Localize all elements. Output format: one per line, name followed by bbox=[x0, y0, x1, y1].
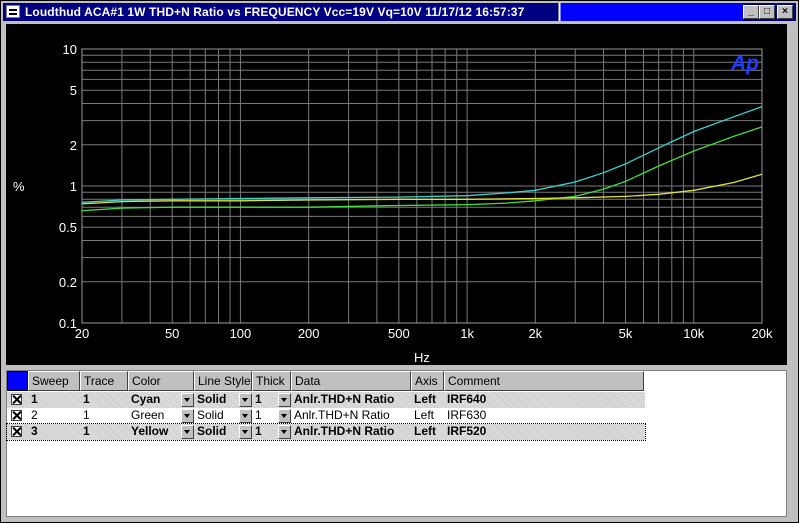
cell-comment[interactable]: IRF520 bbox=[444, 424, 644, 440]
header-color[interactable]: Color bbox=[128, 371, 194, 391]
header-trace[interactable]: Trace bbox=[80, 371, 128, 391]
x-tick-label: 100 bbox=[230, 326, 252, 341]
x-tick-label: 200 bbox=[298, 326, 320, 341]
y-tick-label: 1 bbox=[70, 179, 77, 194]
cell-sweep: 1 bbox=[31, 392, 38, 406]
thick-dropdown-icon[interactable] bbox=[278, 425, 291, 439]
line-style-dropdown-icon[interactable] bbox=[239, 393, 252, 407]
cell-axis[interactable]: Left bbox=[411, 408, 444, 424]
close-button[interactable]: × bbox=[777, 5, 793, 19]
cell-axis[interactable]: Left bbox=[411, 424, 444, 440]
cell-thick[interactable]: 1 bbox=[252, 408, 279, 424]
graph-panel[interactable]: 20 50 100 200 500 1k 2k 5k 10k 20k 10 5 2 1 0.5 0.2 0.1 H… bbox=[6, 24, 787, 365]
cell-color[interactable]: Cyan bbox=[128, 392, 180, 408]
title-bar[interactable]: Loudthud ACA#1 1W THD+N Ratio vs FREQUEN… bbox=[3, 3, 796, 21]
header-sweep[interactable]: Sweep bbox=[28, 371, 80, 391]
cell-data[interactable]: Anlr.THD+N Ratio bbox=[291, 424, 411, 440]
y-tick-label: 5 bbox=[70, 83, 77, 98]
header-line-style[interactable]: Line Style bbox=[194, 371, 252, 391]
cell-thick[interactable]: 1 bbox=[252, 392, 279, 408]
row-checkbox[interactable] bbox=[11, 394, 22, 405]
cell-comment[interactable]: IRF630 bbox=[444, 408, 644, 424]
cell-data[interactable]: Anlr.THD+N Ratio bbox=[291, 392, 411, 408]
cell-line-style[interactable]: Solid bbox=[194, 392, 239, 408]
table-row[interactable]: 2 1 Green Solid 1 Anlr.THD+N Ratio Left … bbox=[7, 408, 645, 424]
header-data[interactable]: Data bbox=[291, 371, 411, 391]
cell-line-style[interactable]: Solid bbox=[194, 424, 239, 440]
x-axis-label: Hz bbox=[414, 350, 430, 365]
table-row[interactable]: 1 1 Cyan Solid 1 Anlr.THD+N Ratio Left I… bbox=[7, 392, 645, 408]
row-checkbox[interactable] bbox=[11, 410, 22, 421]
select-all-corner[interactable] bbox=[7, 371, 28, 391]
color-dropdown-icon[interactable] bbox=[181, 409, 194, 423]
maximize-button[interactable]: □ bbox=[759, 5, 775, 19]
thick-dropdown-icon[interactable] bbox=[278, 393, 291, 407]
cell-trace: 1 bbox=[83, 392, 90, 406]
ap-logo: Ap bbox=[730, 52, 759, 75]
x-tick-label: 50 bbox=[165, 326, 179, 341]
x-tick-label: 1k bbox=[460, 326, 474, 341]
minimize-button[interactable]: _ bbox=[743, 5, 759, 19]
header-thick[interactable]: Thick bbox=[252, 371, 291, 391]
cell-color[interactable]: Yellow bbox=[128, 424, 180, 440]
y-axis-label: % bbox=[13, 179, 25, 194]
line-style-dropdown-icon[interactable] bbox=[239, 425, 252, 439]
series-line-2 bbox=[81, 126, 763, 212]
thd-chart[interactable]: 20 50 100 200 500 1k 2k 5k 10k 20k105210.50.20.1H… bbox=[6, 24, 787, 365]
app-window: Loudthud ACA#1 1W THD+N Ratio vs FREQUEN… bbox=[0, 0, 799, 523]
table-row[interactable]: 3 1 Yellow Solid 1 Anlr.THD+N Ratio Left… bbox=[6, 423, 646, 441]
cell-trace: 1 bbox=[83, 424, 90, 438]
app-icon[interactable] bbox=[6, 5, 20, 18]
y-tick-label: 0.5 bbox=[59, 220, 77, 235]
header-axis[interactable]: Axis bbox=[411, 371, 444, 391]
cell-trace: 1 bbox=[83, 408, 90, 422]
sweep-table[interactable]: Sweep Trace Color Line Style Thick Data … bbox=[6, 370, 787, 517]
y-tick-label: 2 bbox=[70, 138, 77, 153]
cell-line-style[interactable]: Solid bbox=[194, 408, 239, 424]
table-header: Sweep Trace Color Line Style Thick Data … bbox=[7, 371, 645, 391]
color-dropdown-icon[interactable] bbox=[181, 425, 194, 439]
x-tick-label: 2k bbox=[528, 326, 542, 341]
row-checkbox[interactable] bbox=[11, 426, 22, 437]
x-tick-label: 10k bbox=[683, 326, 704, 341]
x-tick-label: 20k bbox=[752, 326, 773, 341]
cell-comment[interactable]: IRF640 bbox=[444, 392, 644, 408]
color-dropdown-icon[interactable] bbox=[181, 393, 194, 407]
y-tick-label: 10 bbox=[63, 42, 77, 57]
cell-axis[interactable]: Left bbox=[411, 392, 444, 408]
x-tick-label: 500 bbox=[388, 326, 410, 341]
cell-data[interactable]: Anlr.THD+N Ratio bbox=[291, 408, 411, 424]
y-tick-label: 0.2 bbox=[59, 275, 77, 290]
window-title: Loudthud ACA#1 1W THD+N Ratio vs FREQUEN… bbox=[25, 5, 525, 19]
cell-sweep: 2 bbox=[31, 408, 38, 422]
cell-thick[interactable]: 1 bbox=[252, 424, 279, 440]
line-style-dropdown-icon[interactable] bbox=[239, 409, 252, 423]
y-tick-label: 0.1 bbox=[59, 316, 77, 331]
x-tick-label: 5k bbox=[619, 326, 633, 341]
header-comment[interactable]: Comment bbox=[444, 371, 644, 391]
cell-color[interactable]: Green bbox=[128, 408, 180, 424]
thick-dropdown-icon[interactable] bbox=[278, 409, 291, 423]
cell-sweep: 3 bbox=[31, 424, 38, 438]
